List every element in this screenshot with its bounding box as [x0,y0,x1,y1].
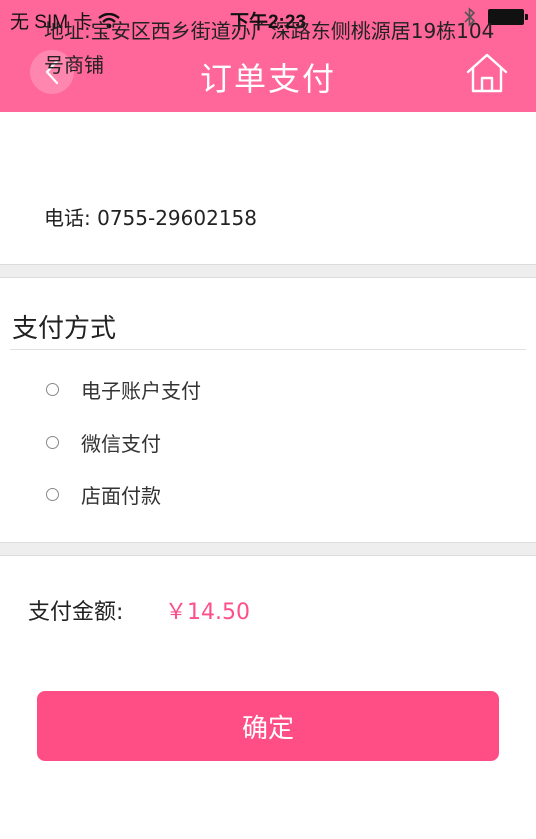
radio-button[interactable] [46,383,59,396]
payment-option-account[interactable]: 电子账户支付 [46,375,201,404]
payment-method-title: 支付方式 [12,314,117,344]
payment-option-store[interactable]: 店面付款 [46,480,161,509]
payment-option-label: 微信支付 [81,432,161,456]
confirm-button[interactable]: 确定 [37,691,499,761]
store-phone: 电话: 0755-29602158 [44,206,258,230]
section-divider [0,542,536,556]
payment-option-wechat[interactable]: 微信支付 [46,428,161,457]
payment-option-label: 店面付款 [81,484,161,508]
store-address: 地址:宝安区西乡街道办广深路东侧桃源居19栋104号商铺 [44,19,495,77]
radio-button[interactable] [46,488,59,501]
payment-divider [10,349,526,350]
payment-option-label: 电子账户支付 [81,379,201,403]
store-info [0,112,536,264]
radio-button[interactable] [46,436,59,449]
amount-value: ￥14.50 [165,600,250,625]
section-divider [0,264,536,278]
amount-label: 支付金额: [28,600,124,625]
